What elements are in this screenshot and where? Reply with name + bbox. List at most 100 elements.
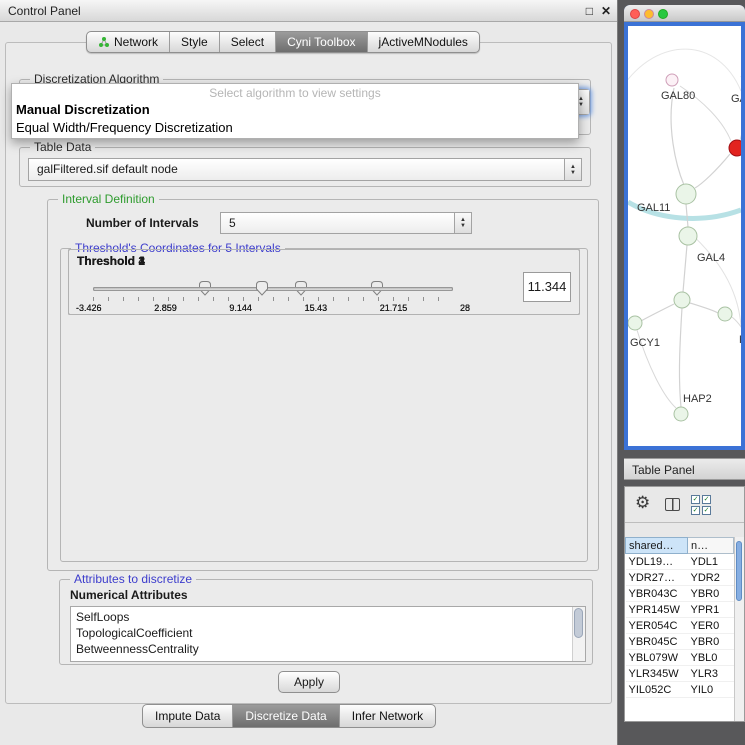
table-row[interactable]: YDL19… YDL1 [626, 554, 734, 570]
algorithm-dropdown-popup: Select algorithm to view settings Manual… [11, 83, 579, 139]
slider-tick-marks [93, 297, 453, 301]
bottom-tab[interactable]: Impute Data [143, 705, 232, 727]
columns-icon[interactable] [665, 498, 680, 511]
slider-tick-label: 2.859 [154, 303, 177, 313]
table-panel-title: Table Panel [632, 463, 695, 477]
threshold-slider-track[interactable] [93, 287, 453, 291]
apply-button[interactable]: Apply [278, 671, 340, 693]
cell-name: YBL0 [688, 650, 734, 666]
window-buttons: □ ✕ [586, 3, 611, 19]
float-window-icon[interactable]: □ [586, 3, 593, 19]
top-tab[interactable]: Cyni Toolbox [275, 32, 366, 52]
slider-tick-label: 15.43 [305, 303, 328, 313]
network-node[interactable] [718, 307, 732, 321]
scrollbar-thumb[interactable] [574, 608, 583, 638]
network-node[interactable] [674, 292, 690, 308]
cell-name: YER0 [688, 618, 734, 634]
close-icon[interactable]: ✕ [601, 3, 611, 19]
zoom-traffic-light-icon[interactable] [658, 9, 668, 19]
network-node-label: GA [731, 93, 741, 105]
interval-definition-group: Interval Definition Number of Intervals … [47, 199, 599, 571]
stepper-down-icon: ▼ [460, 223, 466, 229]
gear-icon[interactable]: ⚙ [635, 493, 650, 513]
minimize-traffic-light-icon[interactable] [644, 9, 654, 19]
algorithm-option[interactable]: Manual Discretization [12, 101, 578, 119]
network-node[interactable] [729, 140, 741, 156]
top-tab-bar: Network Style Select Cyni Toolbox jActiv… [86, 31, 480, 53]
top-tab-label: Style [181, 35, 208, 49]
network-node-label: GCY1 [630, 337, 660, 349]
network-node[interactable] [679, 227, 697, 245]
number-of-intervals-select[interactable]: 5 ▲ ▼ [220, 212, 472, 234]
table-toolbar: ⚙ ✓ ✓ ✓ ✓ [625, 487, 744, 523]
numerical-attribute-item[interactable]: BetweennessCentrality [76, 641, 580, 657]
bottom-tab[interactable]: Discretize Data [232, 705, 338, 727]
scrollbar-thumb[interactable] [736, 541, 742, 601]
algorithm-option[interactable]: Equal Width/Frequency Discretization [12, 119, 578, 137]
table-row[interactable]: YBL079W YBL0 [626, 650, 734, 666]
slider-tick-labels: -3.426 2.859 9.144 15.43 21.715 28 [76, 303, 470, 313]
numerical-attribute-item[interactable]: SelfLoops [76, 609, 580, 625]
network-node[interactable] [666, 74, 678, 86]
top-tab[interactable]: Style [169, 32, 219, 52]
column-header-name[interactable]: n… [688, 538, 734, 554]
attributes-group: Attributes to discretize Numerical Attri… [59, 579, 593, 665]
cell-shared-name: YBL079W [626, 650, 688, 666]
close-traffic-light-icon[interactable] [630, 9, 640, 19]
numerical-attributes-list: SelfLoops TopologicalCoefficient Between… [70, 606, 586, 662]
top-tab[interactable]: Select [219, 32, 275, 52]
cell-shared-name: YBR043C [626, 586, 688, 602]
combo-stepper[interactable]: ▲ ▼ [454, 213, 471, 233]
bottom-tab-bar: Impute Data Discretize Data Infer Networ… [142, 704, 436, 728]
network-canvas[interactable]: GAL80GAGAL11GAL4GCY1HHAP2 [628, 26, 741, 446]
cell-name: YLR3 [688, 666, 734, 682]
checkbox-icon: ✓ [691, 506, 700, 515]
table-panel-header: Table Panel [624, 458, 745, 480]
table-data-group: Table Data galFiltered.sif default node … [19, 147, 591, 187]
table-row[interactable]: YDR27… YDR2 [626, 570, 734, 586]
network-node-label: GAL80 [661, 90, 695, 102]
threshold-value-field[interactable]: 11.344 [523, 272, 571, 302]
cell-name: YPR1 [688, 602, 734, 618]
network-node[interactable] [676, 184, 696, 204]
interval-definition-group-title: Interval Definition [58, 192, 159, 206]
table-header-row: shared… n… [626, 538, 734, 554]
window-title: Control Panel [8, 4, 81, 18]
threshold-slider: -3.426 2.859 9.144 15.43 21.715 28 [93, 278, 453, 316]
threshold-slider-thumb[interactable] [255, 280, 269, 296]
table-row[interactable]: YBR045C YBR0 [626, 634, 734, 650]
numerical-attribute-item[interactable]: TopologicalCoefficient [76, 625, 580, 641]
bottom-tab[interactable]: Infer Network [339, 705, 435, 727]
combo-stepper[interactable]: ▲ ▼ [564, 159, 581, 180]
table-row[interactable]: YIL052C YIL0 [626, 682, 734, 698]
checkbox-icon: ✓ [691, 495, 700, 504]
select-columns-checkboxes-icon[interactable]: ✓ ✓ ✓ ✓ [691, 495, 715, 515]
network-node-label: GAL4 [697, 252, 725, 264]
top-tab[interactable]: jActiveMNodules [367, 32, 479, 52]
network-node[interactable] [628, 316, 642, 330]
cell-shared-name: YLR345W [626, 666, 688, 682]
number-of-intervals-value: 5 [229, 213, 451, 234]
network-canvas-frame: GAL80GAGAL11GAL4GCY1HHAP2 [624, 22, 745, 450]
slider-tick-label: 9.144 [229, 303, 252, 313]
table-row[interactable]: YLR345W YLR3 [626, 666, 734, 682]
table-data-group-title: Table Data [30, 140, 95, 154]
checkbox-icon: ✓ [702, 495, 711, 504]
table-panel-window: ⚙ ✓ ✓ ✓ ✓ shared… n… YDL19… YDL1 [624, 486, 745, 722]
top-tab[interactable]: Network [87, 32, 169, 52]
threshold-label: Threshold 4 [77, 254, 145, 268]
top-tab-label: Cyni Toolbox [287, 35, 355, 49]
column-header-shared-name[interactable]: shared… [626, 538, 688, 554]
table-row[interactable]: YBR043C YBR0 [626, 586, 734, 602]
network-node[interactable] [674, 407, 688, 421]
table-row[interactable]: YER054C YER0 [626, 618, 734, 634]
attributes-list-scrollbar[interactable] [572, 607, 585, 661]
table-scrollbar[interactable] [734, 537, 744, 721]
slider-tick-label: 21.715 [380, 303, 408, 313]
control-panel-titlebar: Control Panel □ ✕ [0, 0, 617, 22]
table-data-select[interactable]: galFiltered.sif default node ▲ ▼ [28, 158, 582, 181]
table-row[interactable]: YPR145W YPR1 [626, 602, 734, 618]
top-tab-label: Network [114, 35, 158, 49]
stepper-down-icon: ▼ [570, 170, 576, 176]
cell-shared-name: YIL052C [626, 682, 688, 698]
